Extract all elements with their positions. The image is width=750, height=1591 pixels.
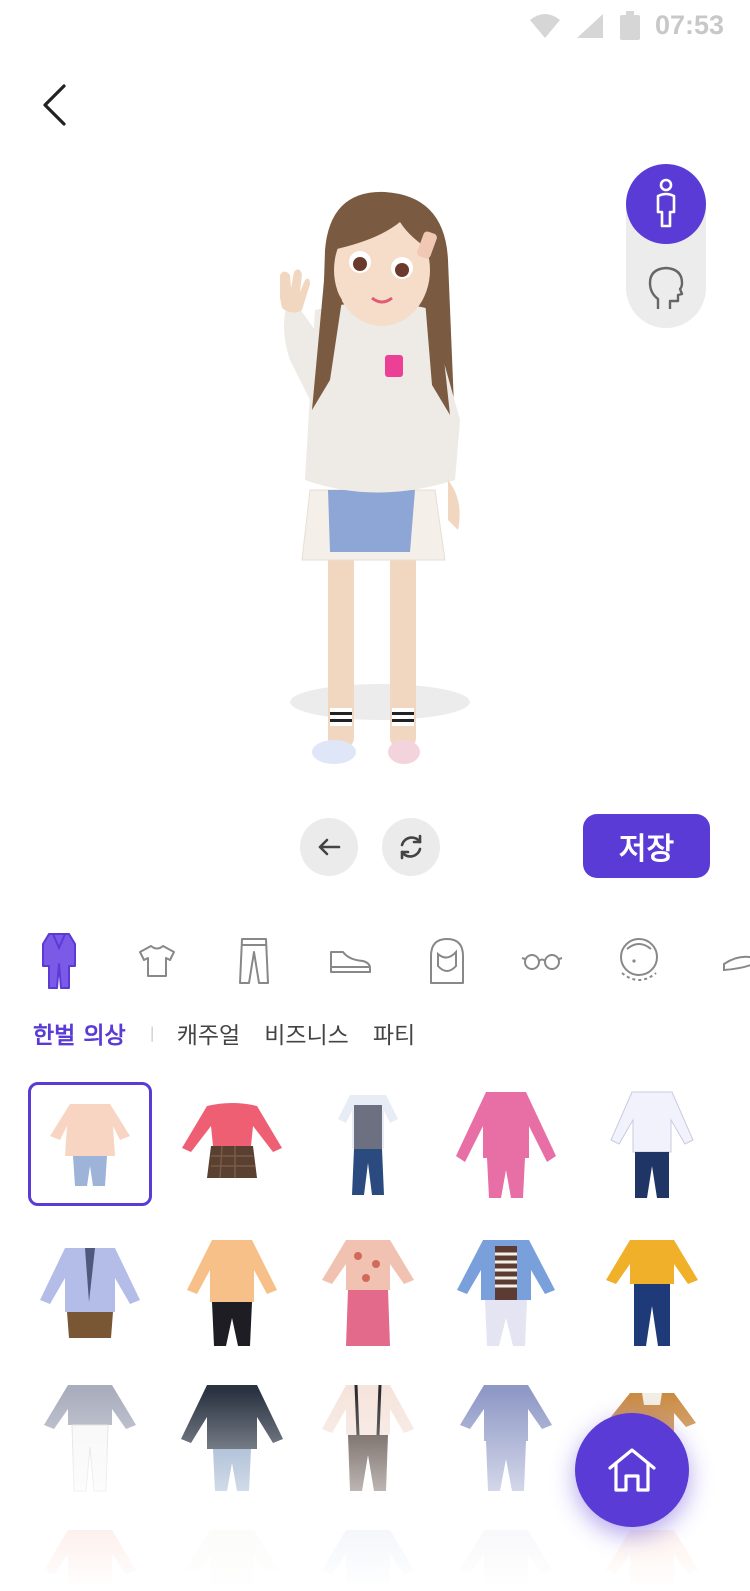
category-top[interactable] <box>129 930 185 992</box>
outfit-thumbnail <box>44 1385 136 1492</box>
undo-button[interactable] <box>300 818 358 876</box>
sub-tab-full-outfit[interactable]: 한벌 의상 <box>33 1016 126 1050</box>
full-body-icon <box>656 178 676 228</box>
outfit-item[interactable] <box>28 1375 152 1499</box>
outfit-item[interactable] <box>170 1082 294 1206</box>
outfit-thumbnail <box>181 1385 283 1491</box>
avatar-figure <box>280 191 470 764</box>
outfit-item[interactable] <box>306 1375 430 1499</box>
outfit-item[interactable] <box>444 1520 568 1591</box>
head-icon <box>648 266 684 309</box>
save-button[interactable]: 저장 <box>583 814 710 878</box>
outfit-item[interactable] <box>28 1082 152 1206</box>
category-hat[interactable] <box>714 930 750 992</box>
outfit-thumbnail <box>606 1240 698 1346</box>
pants-icon <box>239 938 269 984</box>
wifi-icon <box>529 13 560 38</box>
sub-tab-casual[interactable]: 캐주얼 <box>177 1016 240 1050</box>
outfit-thumbnail <box>460 1530 552 1584</box>
hat-icon <box>723 955 750 972</box>
outfit-thumbnail <box>606 1530 698 1584</box>
outfit-thumbnail <box>322 1384 414 1491</box>
outfit-item[interactable] <box>444 1230 568 1354</box>
outfit-icon <box>42 933 76 989</box>
sub-tab-business[interactable]: 비즈니스 <box>264 1016 349 1050</box>
outfit-thumbnail <box>338 1095 398 1195</box>
hair-icon <box>430 938 464 984</box>
status-time: 07:53 <box>654 10 724 40</box>
top-icon <box>139 945 175 977</box>
chevron-left-icon <box>43 84 66 126</box>
category-glasses[interactable] <box>514 930 570 992</box>
view-toggle <box>626 164 706 328</box>
shoes-icon <box>330 951 371 973</box>
outfit-item[interactable] <box>444 1375 568 1499</box>
outfit-thumbnail <box>322 1530 414 1584</box>
category-face[interactable] <box>611 930 667 992</box>
sub-tab-party[interactable]: 파티 <box>373 1016 415 1050</box>
category-hair[interactable] <box>419 930 475 992</box>
sub-tabs: 한벌 의상 | 캐주얼 비즈니스 파티 <box>33 1016 439 1050</box>
outfit-item[interactable] <box>590 1082 714 1206</box>
glasses-icon <box>521 954 563 970</box>
outfit-item[interactable] <box>306 1082 430 1206</box>
outfit-thumbnail <box>456 1092 556 1198</box>
sub-tab-separator: | <box>149 1024 155 1042</box>
outfit-thumbnail <box>460 1385 552 1491</box>
outfit-item[interactable] <box>306 1230 430 1354</box>
outfit-item[interactable] <box>444 1082 568 1206</box>
home-icon <box>608 1448 656 1492</box>
outfit-item[interactable] <box>170 1230 294 1354</box>
outfit-thumbnail <box>40 1248 140 1338</box>
reset-button[interactable] <box>382 818 440 876</box>
home-button[interactable] <box>575 1413 689 1527</box>
outfit-thumbnail <box>50 1104 130 1186</box>
outfit-item[interactable] <box>170 1520 294 1591</box>
category-pants[interactable] <box>226 930 282 992</box>
outfit-thumbnail <box>44 1530 136 1584</box>
outfit-item[interactable] <box>28 1230 152 1354</box>
outfit-item[interactable] <box>590 1230 714 1354</box>
outfit-item[interactable] <box>28 1520 152 1591</box>
outfit-thumbnail <box>610 1091 694 1198</box>
avatar-preview[interactable] <box>250 180 500 780</box>
category-shoes[interactable] <box>322 930 378 992</box>
cell-signal-icon <box>576 13 603 38</box>
back-button[interactable] <box>32 80 82 130</box>
category-outfit[interactable] <box>31 930 87 992</box>
face-icon <box>620 938 658 981</box>
status-bar: 07:53 <box>0 0 750 52</box>
outfit-thumbnail <box>186 1530 278 1584</box>
arrow-left-icon <box>318 838 341 856</box>
outfit-item[interactable] <box>170 1375 294 1499</box>
head-view-button[interactable] <box>626 248 706 328</box>
outfit-item[interactable] <box>306 1520 430 1591</box>
outfit-thumbnail <box>322 1240 414 1346</box>
outfit-thumbnail <box>182 1103 282 1179</box>
outfit-item[interactable] <box>590 1520 714 1591</box>
full-body-view-button[interactable] <box>626 164 706 244</box>
outfit-thumbnail <box>187 1240 277 1346</box>
battery-icon <box>619 10 640 40</box>
refresh-icon <box>400 834 422 860</box>
category-bar <box>0 930 750 992</box>
outfit-thumbnail <box>457 1240 555 1346</box>
